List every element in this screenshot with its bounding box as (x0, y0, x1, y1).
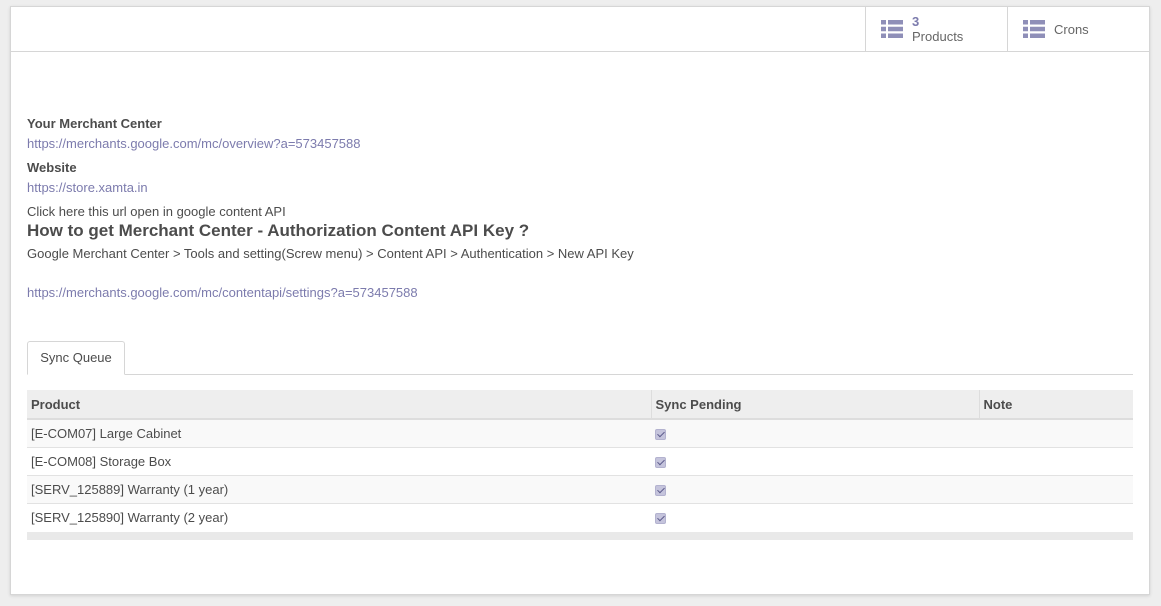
sync-pending-cell (651, 418, 979, 447)
table-header-row: Product Sync Pending Note (27, 390, 1133, 420)
checkbox-checked-icon[interactable] (655, 484, 666, 496)
api-key-path-text: Google Merchant Center > Tools and setti… (27, 246, 634, 261)
table-row[interactable]: [E-COM08] Storage Box (27, 446, 1133, 475)
smart-button-box: 3 Products Crons (11, 7, 1149, 52)
note-cell (979, 418, 1133, 447)
crons-smart-button[interactable]: Crons (1007, 7, 1149, 51)
notebook-tabs: Sync Queue (27, 341, 1133, 375)
column-header-product[interactable]: Product (27, 390, 651, 420)
product-cell: [SERV_125889] Warranty (1 year) (27, 474, 651, 503)
click-here-text: Click here this url open in google conte… (27, 204, 286, 219)
product-cell: [SERV_125890] Warranty (2 year) (27, 502, 651, 531)
content-api-link[interactable]: https://merchants.google.com/mc/contenta… (27, 285, 1133, 301)
sync-pending-cell (651, 474, 979, 503)
sync-queue-table: Product Sync Pending Note [E-COM07] Larg… (27, 390, 1133, 531)
products-smart-button[interactable]: 3 Products (865, 7, 1007, 51)
table-row[interactable]: [E-COM07] Large Cabinet (27, 418, 1133, 447)
merchant-center-label: Your Merchant Center (27, 116, 162, 131)
website-label: Website (27, 160, 77, 175)
products-count: 3 (912, 14, 920, 29)
crons-label: Crons (1054, 21, 1089, 37)
merchant-center-link[interactable]: https://merchants.google.com/mc/overview… (27, 136, 1133, 152)
product-cell: [E-COM08] Storage Box (27, 446, 651, 475)
note-cell (979, 446, 1133, 475)
column-header-sync-pending[interactable]: Sync Pending (650, 390, 979, 420)
info-section: Your Merchant Center https://merchants.g… (27, 116, 1133, 301)
list-icon (1023, 20, 1045, 38)
checkbox-checked-icon[interactable] (655, 428, 666, 440)
product-cell: [E-COM07] Large Cabinet (27, 418, 651, 447)
table-footer (27, 532, 1133, 540)
list-icon (881, 20, 903, 38)
checkbox-checked-icon[interactable] (655, 512, 666, 524)
table-row[interactable]: [SERV_125890] Warranty (2 year) (27, 502, 1133, 531)
column-header-note[interactable]: Note (978, 390, 1133, 420)
note-cell (979, 474, 1133, 503)
form-sheet: 3 Products Crons Your Merchant Center ht… (10, 6, 1150, 595)
table-row[interactable]: [SERV_125889] Warranty (1 year) (27, 474, 1133, 503)
checkbox-checked-icon[interactable] (655, 456, 666, 468)
sync-pending-cell (651, 502, 979, 531)
website-link[interactable]: https://store.xamta.in (27, 180, 1133, 196)
sync-pending-cell (651, 446, 979, 475)
tab-sync-queue[interactable]: Sync Queue (27, 341, 125, 375)
api-key-heading: How to get Merchant Center - Authorizati… (27, 221, 530, 240)
note-cell (979, 502, 1133, 531)
products-label: Products (912, 29, 964, 44)
